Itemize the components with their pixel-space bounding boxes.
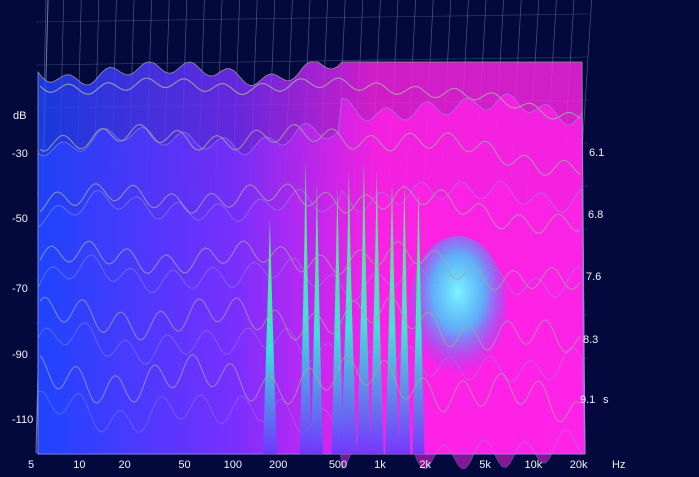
x-tick-label: 20k [569,459,588,471]
cyan-peak-region [410,236,506,376]
x-tick-label: 1k [374,459,386,471]
y-tick-label: -90 [12,349,28,361]
grid-line-horizontal [35,13,589,23]
x-tick-label: 50 [178,459,191,471]
x-tick-label: 10 [73,459,86,471]
time-tick-label: 9.1 [580,394,596,406]
time-tick-label: 6.1 [589,147,605,159]
x-tick-label: 10k [524,459,543,471]
spectrum-waterfall-view: dB -30 -50 -70 -90 -110 5 10 20 50 100 200 500 1k 2k 5k… [0,0,699,477]
x-tick-label: 200 [268,459,288,471]
x-tick-label: 500 [328,459,348,471]
y-tick-label: -30 [12,148,28,160]
x-tick-label: 5k [479,459,491,471]
x-axis-unit-label: Hz [612,459,626,471]
x-tick-label: 100 [223,459,243,471]
x-tick-label: 20 [118,459,131,471]
time-tick-label: 7.6 [586,271,602,283]
y-tick-label: -110 [12,414,34,426]
time-tick-label: 6.8 [588,209,604,221]
y-axis-unit-label: dB [13,110,27,122]
x-tick-label: 2k [419,459,431,471]
y-tick-label: -70 [12,283,28,295]
time-axis-unit-label: s [603,394,609,406]
x-tick-label: 5 [28,459,35,471]
time-tick-label: 8.3 [583,334,599,346]
y-tick-label: -50 [12,213,28,225]
